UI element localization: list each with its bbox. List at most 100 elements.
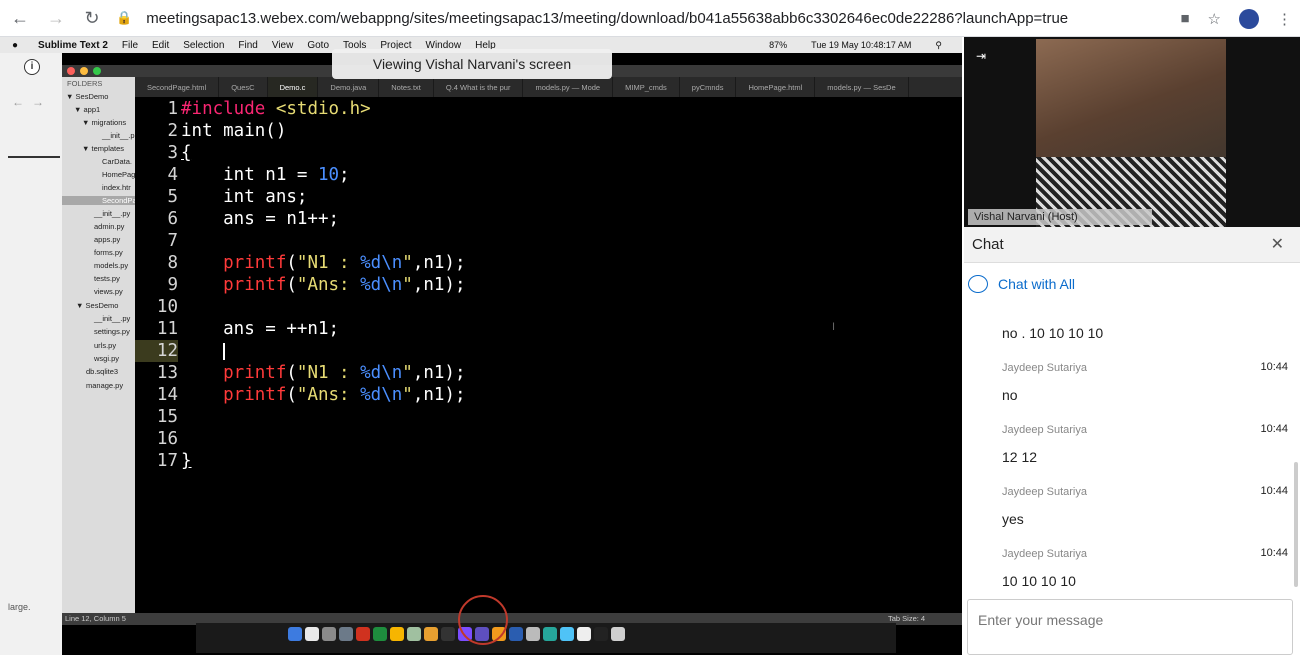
- tab-homepage[interactable]: HomePage.html: [736, 77, 816, 97]
- sidebar-file[interactable]: admin.py: [94, 222, 124, 231]
- terminal-icon[interactable]: [441, 627, 455, 641]
- document-icon[interactable]: [577, 627, 591, 641]
- code-line: int main(): [181, 121, 287, 141]
- code-line: }: [181, 451, 192, 471]
- info-icon[interactable]: i: [24, 59, 40, 75]
- lock-icon: 🔒: [116, 10, 133, 25]
- expand-video-icon[interactable]: ⇥: [976, 49, 986, 63]
- sidebar-file[interactable]: wsgi.py: [94, 354, 119, 363]
- sidebar-file[interactable]: index.htr: [102, 183, 131, 192]
- sidebar-file[interactable]: apps.py: [94, 235, 120, 244]
- chat-scrollbar[interactable]: [1294, 462, 1298, 587]
- sidebar-file[interactable]: HomePag: [102, 170, 135, 179]
- sidebar-file[interactable]: settings.py: [94, 327, 130, 336]
- sidebar-file-selected[interactable]: SecondPa: [102, 196, 137, 205]
- sidebar-file[interactable]: db.sqlite3: [86, 367, 118, 376]
- code-line: ans = n1++;: [181, 209, 340, 229]
- menubar-clock: Tue 19 May 10:48:17 AM: [811, 40, 912, 50]
- tab-demo-java[interactable]: Demo.java: [318, 77, 380, 97]
- finder-icon[interactable]: [288, 627, 302, 641]
- camera-icon[interactable]: ■: [1180, 10, 1189, 27]
- app-icon[interactable]: [526, 627, 540, 641]
- battery-level: 87%: [769, 40, 788, 50]
- back-icon[interactable]: ←: [4, 2, 36, 34]
- sidebar-file[interactable]: __init__.py: [94, 314, 130, 323]
- line-number: 7: [167, 231, 178, 251]
- tab-demo-c[interactable]: Demo.c: [267, 77, 319, 97]
- settings-icon[interactable]: [322, 627, 336, 641]
- chat-message-time: 10:44: [1260, 423, 1288, 435]
- sidebar-file[interactable]: __init__.p: [102, 131, 135, 140]
- sidebar-folder[interactable]: ▼ templates: [82, 144, 124, 153]
- tab-q4[interactable]: Q.4 What is the pur: [434, 77, 524, 97]
- code-line: #include <stdio.h>: [181, 99, 371, 119]
- sidebar-folder[interactable]: ▼ app1: [74, 105, 100, 114]
- menu-find: Find: [238, 39, 258, 51]
- tab-pycmnds[interactable]: pyCmnds: [680, 77, 737, 97]
- app-icon[interactable]: [594, 627, 608, 641]
- preview-icon[interactable]: [407, 627, 421, 641]
- apple-icon: ●: [12, 39, 19, 51]
- calendar-icon[interactable]: [305, 627, 319, 641]
- host-name-label: Vishal Narvani (Host): [968, 209, 1152, 225]
- line-number: 1: [167, 99, 178, 119]
- tab-quesc[interactable]: QuesC: [219, 77, 268, 97]
- excel-icon[interactable]: [373, 627, 387, 641]
- tab-models-sesdemo[interactable]: models.py — SesDe: [815, 77, 909, 97]
- tab-secondpage[interactable]: SecondPage.html: [135, 77, 220, 97]
- line-number: 17: [156, 451, 178, 471]
- sidebar-file[interactable]: CarData.: [102, 157, 132, 166]
- close-icon[interactable]: ✕: [1271, 227, 1284, 263]
- profile-icon[interactable]: [1239, 8, 1259, 29]
- tab-models-mode[interactable]: models.py — Mode: [523, 77, 614, 97]
- mouse-cursor-icon: I: [832, 321, 836, 333]
- zoom-window-icon[interactable]: [93, 67, 101, 75]
- sidebar-folder[interactable]: ▼ SesDemo: [66, 92, 108, 101]
- chrome-icon[interactable]: [390, 627, 404, 641]
- sidebar-folder[interactable]: ▼ SesDemo: [76, 301, 118, 310]
- code-line-current: [181, 340, 226, 362]
- chat-message-text: 10 10 10 10: [1002, 573, 1076, 589]
- sidebar-file[interactable]: models.py: [94, 261, 128, 270]
- sidebar-file[interactable]: __init__.py: [94, 209, 130, 218]
- chat-message-text: no: [1002, 387, 1018, 403]
- chat-message-text: no . 10 10 10 10: [1002, 325, 1104, 341]
- line-number: 6: [167, 209, 178, 229]
- chat-header: Chat ✕: [964, 227, 1300, 263]
- sidebar-file[interactable]: tests.py: [94, 274, 120, 283]
- word-icon[interactable]: [509, 627, 523, 641]
- code-editor[interactable]: 1 #include <stdio.h> 2 int main() 3{ 4 int…: [135, 97, 962, 613]
- close-window-icon[interactable]: [67, 67, 75, 75]
- sidebar-file[interactable]: urls.py: [94, 341, 116, 350]
- chat-message-author: Jaydeep Sutariya: [1002, 486, 1087, 498]
- tab-mimp[interactable]: MIMP_cmds: [613, 77, 680, 97]
- sidebar-folder[interactable]: ▼ migrations: [82, 118, 126, 127]
- firefox-icon[interactable]: [424, 627, 438, 641]
- trash-icon[interactable]: [611, 627, 625, 641]
- menu-selection: Selection: [183, 39, 225, 51]
- reload-icon[interactable]: ↻: [76, 2, 108, 34]
- app-icon[interactable]: [543, 627, 557, 641]
- recording-indicator: [458, 595, 508, 645]
- sidebar-file[interactable]: manage.py: [86, 381, 123, 390]
- sidebar-file[interactable]: forms.py: [94, 248, 123, 257]
- editor-tabs: SecondPage.html QuesC Demo.c Demo.java N…: [135, 77, 962, 97]
- app-icon[interactable]: [560, 627, 574, 641]
- forward-icon[interactable]: →: [40, 2, 72, 34]
- chat-with-all[interactable]: Chat with All: [968, 275, 1075, 293]
- line-number: 2: [167, 121, 178, 141]
- launchpad-icon[interactable]: [339, 627, 353, 641]
- chat-message-input[interactable]: [968, 600, 1292, 640]
- star-icon[interactable]: ☆: [1208, 10, 1221, 28]
- menu-icon[interactable]: ⋮: [1277, 10, 1292, 28]
- line-number: 14: [156, 385, 178, 405]
- minimize-window-icon[interactable]: [80, 67, 88, 75]
- address-bar[interactable]: 🔒 meetingsapac13.webex.com/webappng/site…: [116, 3, 1256, 33]
- file-sidebar: FOLDERS ▼ SesDemo ▼ app1 ▼ migrations __…: [62, 77, 137, 625]
- chat-message-time: 10:44: [1260, 547, 1288, 559]
- chat-input-box[interactable]: [967, 599, 1293, 655]
- sidebar-file[interactable]: views.py: [94, 287, 123, 296]
- pdf-icon[interactable]: [356, 627, 370, 641]
- tab-notes[interactable]: Notes.txt: [379, 77, 434, 97]
- browser-toolbar: ← → ↻ 🔒 meetingsapac13.webex.com/webappn…: [0, 0, 1300, 37]
